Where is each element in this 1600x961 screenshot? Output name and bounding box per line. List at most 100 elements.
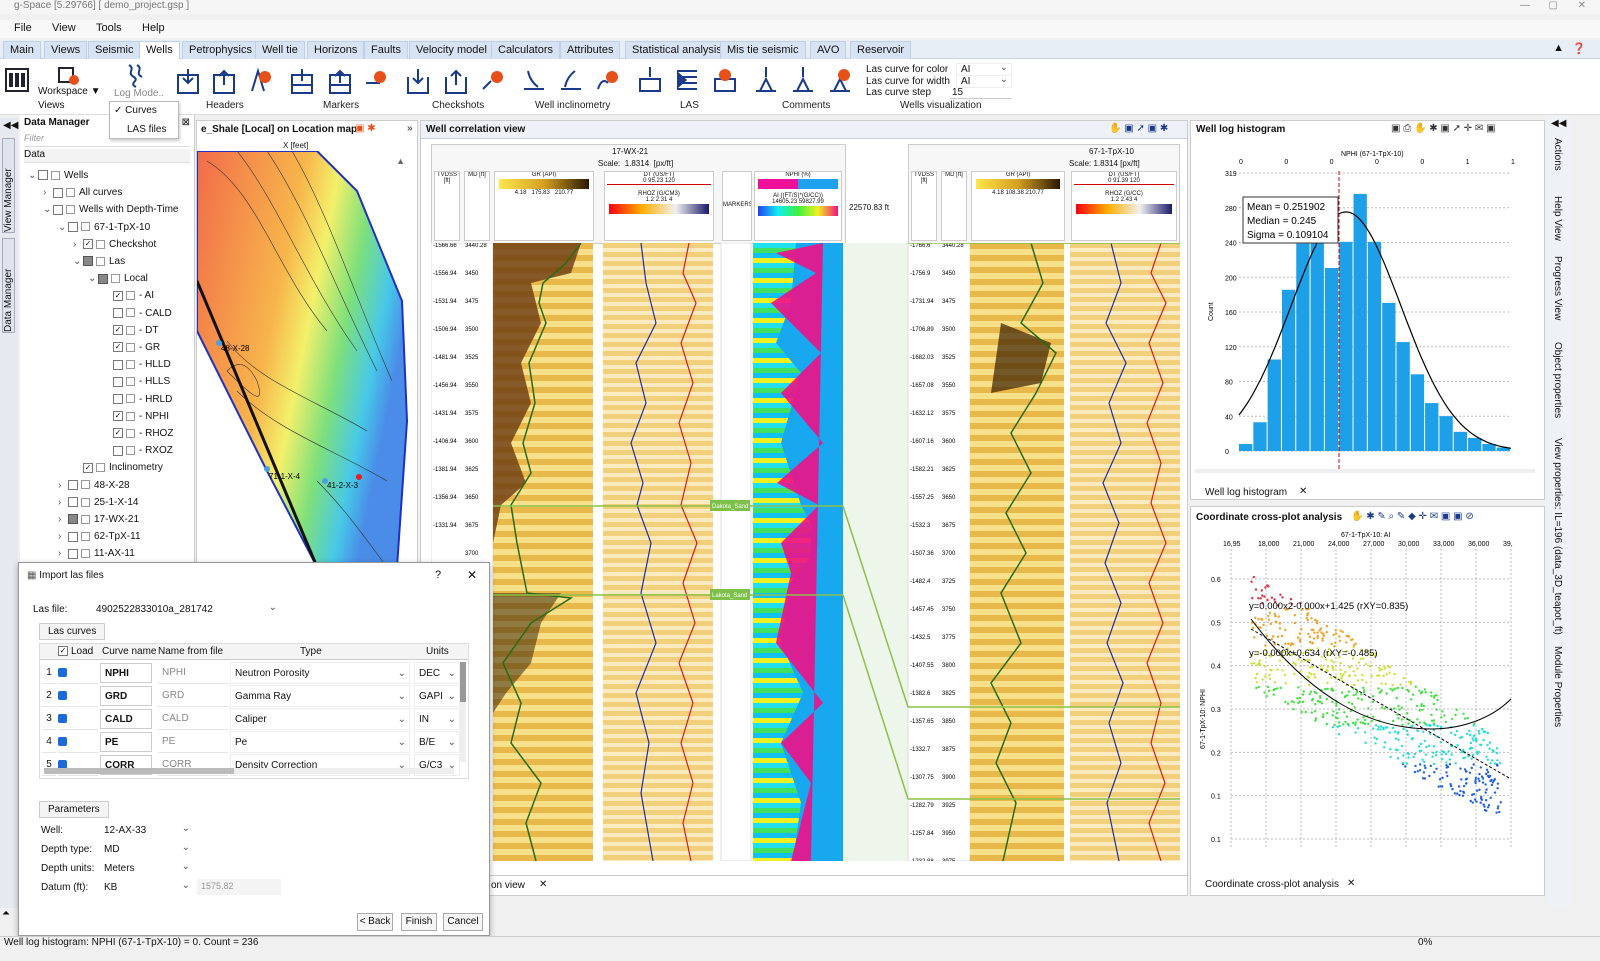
map-well-label[interactable]: 71-1-X-4 (269, 472, 301, 481)
export-headers-icon[interactable] (212, 69, 236, 95)
correlation-tracks[interactable]: -1566.66 -1556.94 -1531.94 -1506.94 -1481.94… (431, 243, 1181, 861)
cancel-button[interactable]: Cancel (443, 913, 483, 931)
checkbox[interactable] (98, 273, 108, 284)
checkbox[interactable] (113, 393, 123, 404)
collapse-right-icon[interactable]: ◀◀ (1551, 118, 1566, 129)
checkbox[interactable] (68, 479, 78, 490)
checkbox[interactable] (53, 204, 63, 215)
import-headers-icon[interactable] (176, 69, 200, 95)
view-tab[interactable]: on view (491, 880, 525, 891)
delete-headers-icon[interactable] (248, 67, 272, 93)
expand-icon[interactable]: › (58, 494, 68, 511)
expand-icon[interactable]: ⌄ (43, 201, 53, 218)
checkbox[interactable] (83, 239, 93, 250)
units-select[interactable]: B/E ⌄ (414, 731, 460, 753)
checkbox[interactable] (113, 376, 123, 387)
type-select[interactable]: Gamma Ray ⌄ (230, 685, 410, 707)
well-select[interactable]: 12-AX-33 (99, 821, 194, 839)
tab-faults[interactable]: Faults (364, 41, 408, 59)
dialog-close-button[interactable]: ✕ (467, 568, 477, 582)
checkbox[interactable] (53, 187, 63, 198)
expand-icon[interactable]: › (58, 528, 68, 545)
delete-markers-icon[interactable] (364, 67, 388, 93)
tree-node[interactable]: › 17-WX-21 (58, 511, 139, 528)
las-file-select[interactable]: 4902522833010a_281742 (91, 600, 281, 618)
tree-node[interactable]: - DT (103, 322, 158, 339)
checkbox[interactable] (113, 342, 123, 353)
import-las-icon[interactable] (638, 67, 662, 93)
checkbox[interactable] (68, 221, 78, 232)
map-settings-icon[interactable]: ▣ ✱ (355, 123, 376, 134)
las-list-icon[interactable] (675, 67, 699, 93)
import-markers-icon[interactable] (290, 69, 314, 95)
expand-bottom-icon[interactable]: ⏶ (2, 908, 10, 919)
tab-seismic[interactable]: Seismic (88, 41, 141, 59)
menu-view[interactable]: View (52, 22, 76, 34)
tree-node[interactable]: - RHOZ (103, 425, 173, 442)
crossplot-chart[interactable]: 67-1-TpX-10: AI 67-1-TpX-10: NPHI 16,95 1… (1191, 529, 1546, 869)
map-well-label[interactable]: 41-2-X-3 (327, 481, 359, 490)
tree-node[interactable]: ⌄ Wells (28, 167, 88, 184)
import-inclinometry-icon[interactable] (522, 67, 546, 93)
tree-node[interactable]: - GR (103, 339, 160, 356)
expand-icon[interactable]: › (73, 236, 83, 253)
tree-node[interactable]: - HRLD (103, 391, 172, 408)
curve-name-input[interactable]: PE (100, 732, 152, 752)
log-mode-label[interactable]: Log Mode.. (114, 88, 164, 99)
log-mode-icon[interactable] (124, 63, 148, 89)
side-tab-view-properties[interactable]: View properties: IL=196 (data_3D_teapot_… (1552, 438, 1563, 635)
tab-reservoir[interactable]: Reservoir (850, 41, 912, 59)
units-select[interactable]: GAPI ⌄ (414, 685, 460, 707)
tree-node[interactable]: ⌄ 67-1-TpX-10 (58, 219, 150, 236)
side-tab-actions[interactable]: Actions (1552, 138, 1563, 171)
side-tab-help-view[interactable]: Help View (1552, 196, 1563, 241)
type-select[interactable]: Pe ⌄ (230, 731, 410, 753)
delete-las-icon[interactable] (713, 67, 737, 93)
col-type[interactable]: Type (300, 646, 322, 657)
export-markers-icon[interactable] (328, 69, 352, 95)
curve-name-input[interactable]: CALD (100, 709, 152, 729)
checkbox[interactable] (113, 325, 123, 336)
menu-file[interactable]: File (14, 22, 32, 34)
collapse-ribbon-icon[interactable]: ▲ (1553, 42, 1564, 54)
map-well-label[interactable]: 48-X-28 (221, 344, 250, 353)
collapse-left-icon[interactable]: ◀◀ (3, 120, 18, 131)
checkbox[interactable] (113, 428, 123, 439)
units-select[interactable]: DEC ⌄ (414, 662, 460, 684)
datum-number-input[interactable]: 1575.82 (197, 879, 281, 895)
back-button[interactable]: < Back (357, 913, 393, 931)
location-map[interactable]: 48-X-28 71-1-X-4 41-2-X-3 (197, 151, 418, 566)
tree-node[interactable]: › 11-AX-11 (58, 545, 135, 562)
menu-tools[interactable]: Tools (96, 22, 122, 34)
checkbox[interactable] (68, 548, 78, 559)
expand-icon[interactable]: › (58, 477, 68, 494)
load-checkbox[interactable] (58, 731, 98, 753)
expand-icon[interactable]: ⌄ (28, 167, 38, 184)
tree-node[interactable]: - RXOZ (103, 442, 173, 459)
marker-label[interactable]: Dakota_Sand (712, 504, 748, 510)
load-checkbox[interactable] (58, 685, 98, 707)
curve-name-input[interactable]: GRD (100, 686, 152, 706)
checkbox[interactable] (113, 445, 123, 456)
grid-hscroll[interactable] (44, 768, 454, 774)
type-select[interactable]: Neutron Porosity ⌄ (230, 662, 410, 684)
tree-node[interactable]: - HLLS (103, 373, 170, 390)
side-tab-view-manager[interactable]: View Manager (2, 138, 15, 233)
import-comments-icon[interactable] (754, 67, 778, 93)
side-tab-object-properties[interactable]: Object properties (1552, 342, 1563, 418)
map-scroll-up-icon[interactable]: ▲ (396, 156, 405, 166)
checkbox[interactable] (68, 514, 78, 525)
dialog-help-button[interactable]: ? (435, 569, 441, 581)
tree-node[interactable]: › Checkshot (73, 236, 156, 253)
checkbox[interactable] (83, 462, 93, 473)
expand-icon[interactable]: › (58, 511, 68, 528)
close-icon[interactable]: ✕ (1578, 0, 1586, 12)
tree-node[interactable]: › 62-TpX-11 (58, 528, 141, 545)
minimize-icon[interactable]: — (1520, 0, 1530, 12)
tree-node[interactable]: - CALD (103, 305, 172, 322)
checkbox[interactable] (68, 497, 78, 508)
tree-node[interactable]: - AI (103, 287, 154, 304)
col-units[interactable]: Units (426, 646, 449, 657)
tree-node[interactable]: › All curves (43, 184, 122, 201)
expand-icon[interactable]: ⌄ (88, 270, 98, 287)
